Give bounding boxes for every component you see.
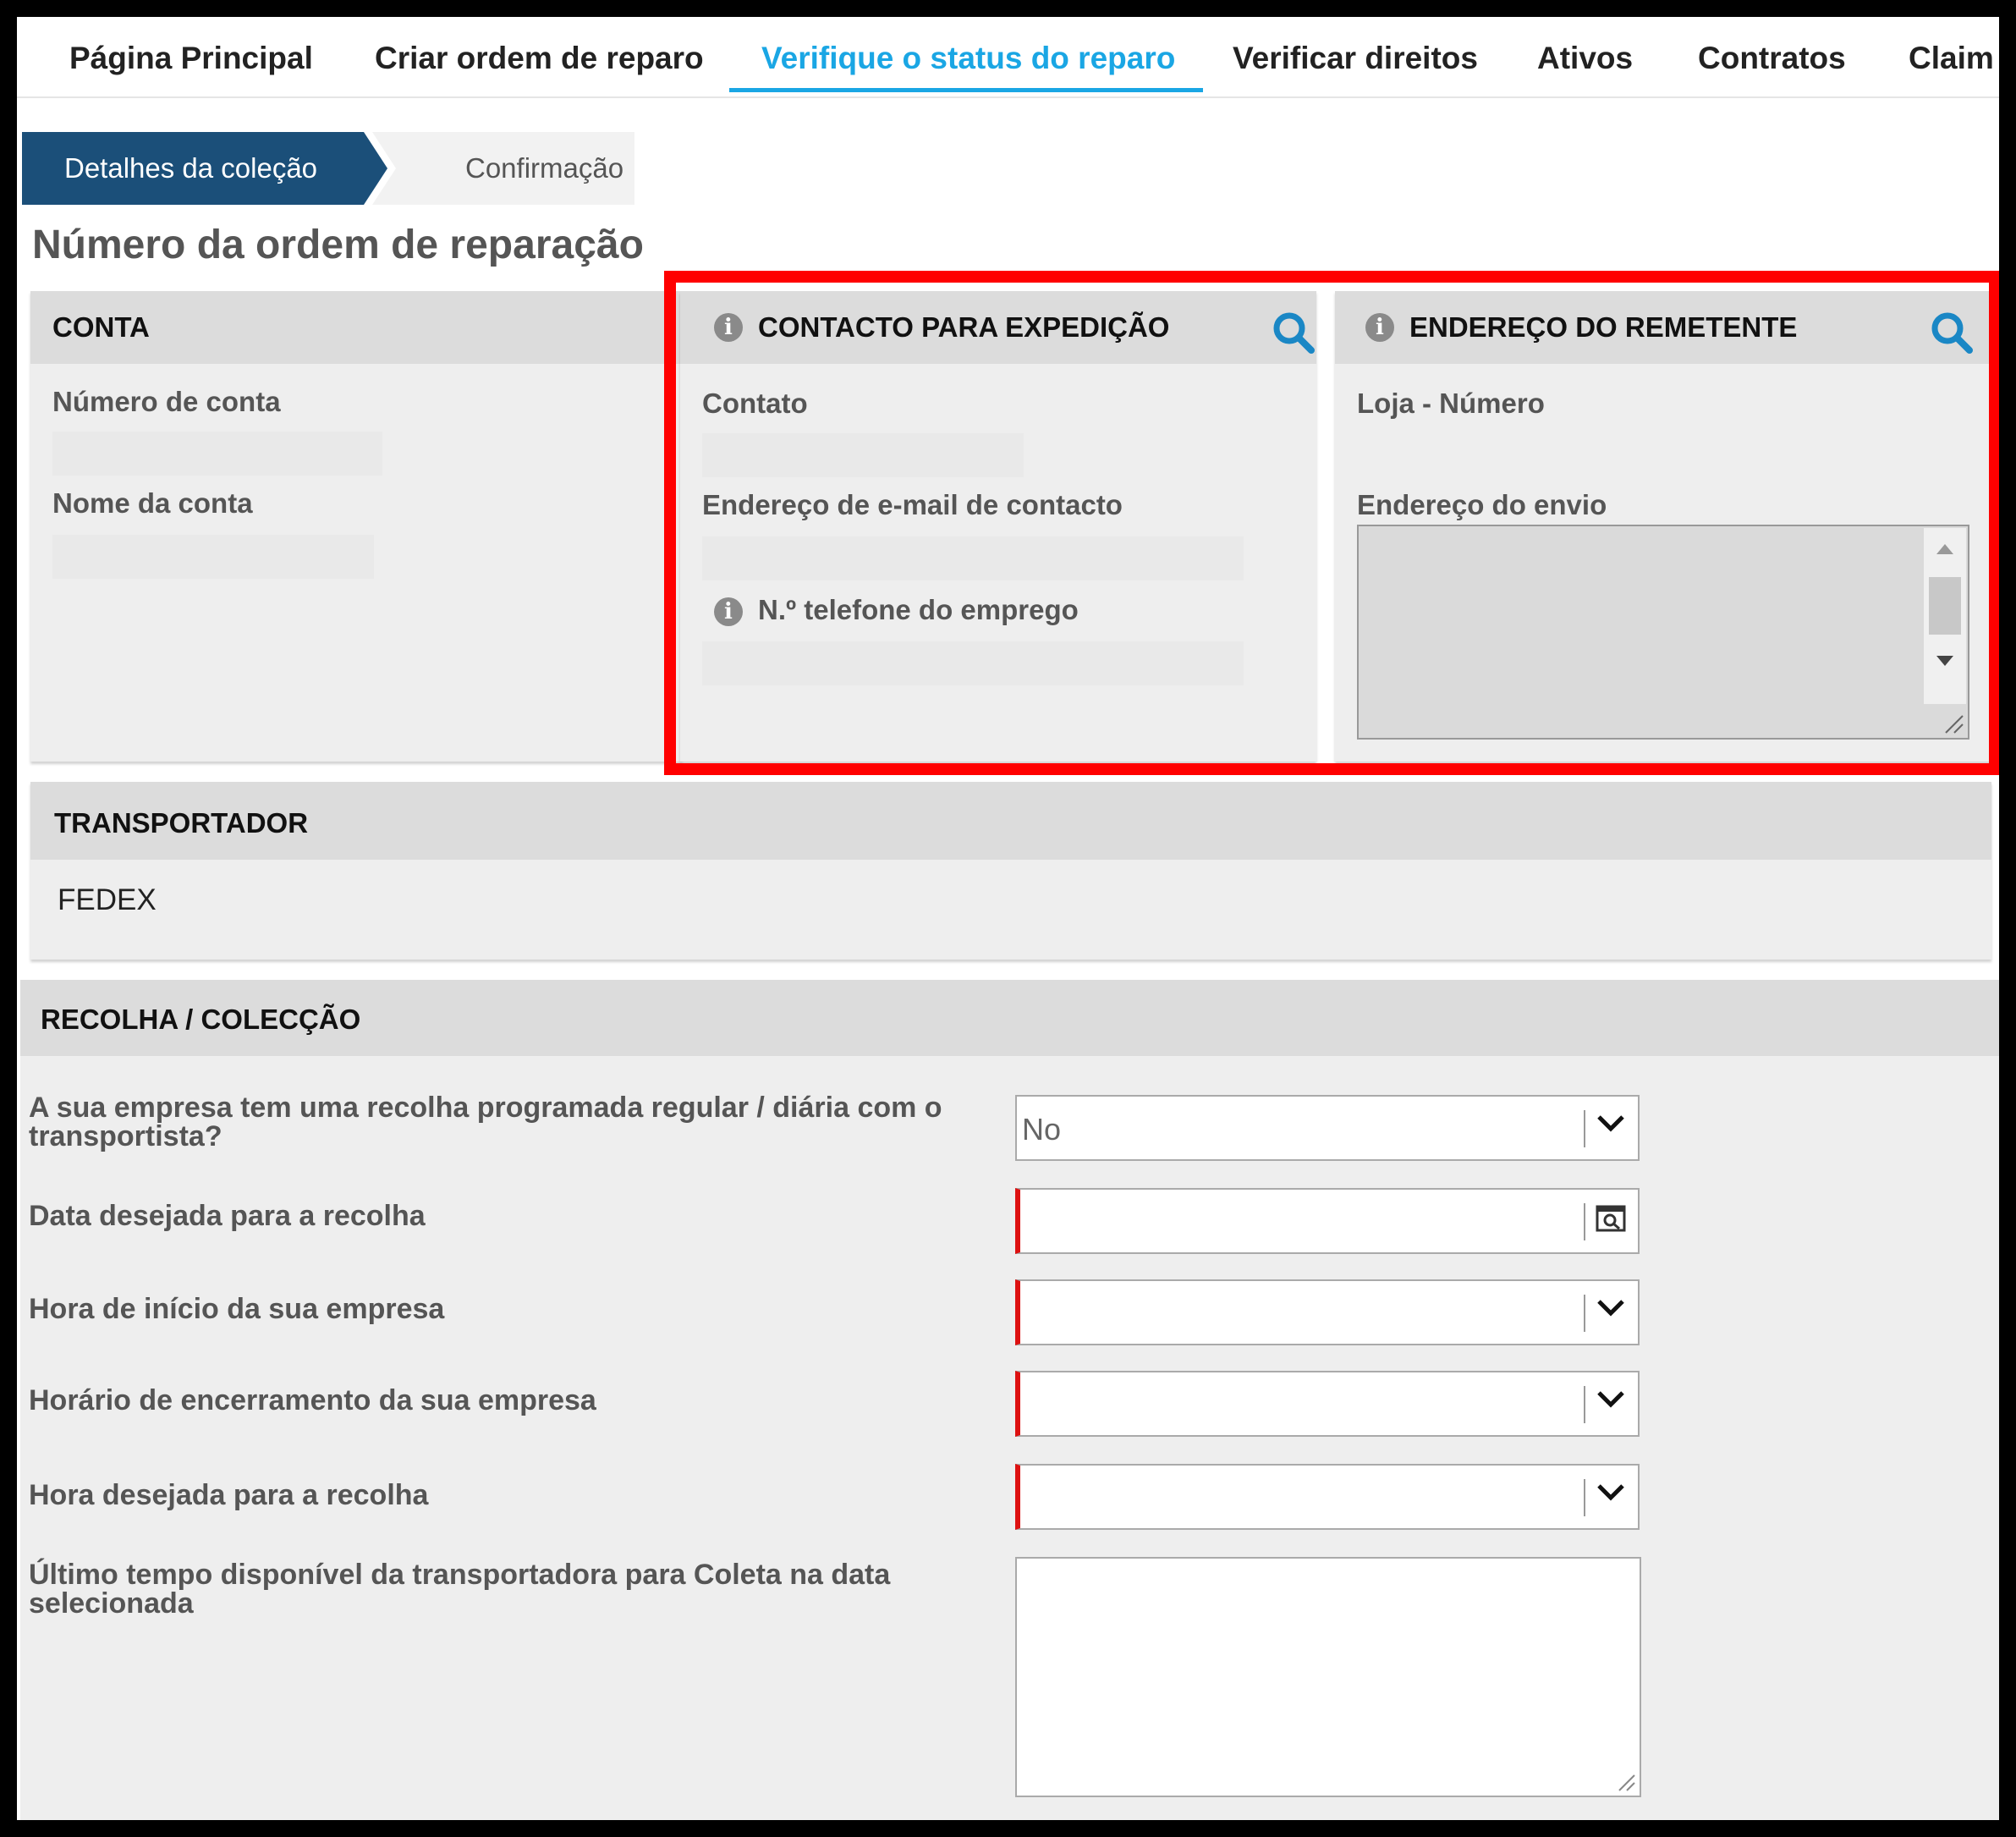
regular-pickup-select[interactable]: No: [1015, 1095, 1640, 1161]
input-divider: [1584, 1203, 1585, 1240]
select-divider: [1584, 1295, 1585, 1332]
nav-item-claim[interactable]: Claim: [1909, 41, 1994, 76]
panel-title: TRANSPORTADOR: [54, 807, 309, 839]
chevron-down-icon: [1597, 1391, 1624, 1408]
highlight-box: [664, 271, 1999, 775]
account-number-label: Número de conta: [52, 386, 281, 417]
nav-item-assets[interactable]: Ativos: [1537, 41, 1633, 76]
business-close-time-select[interactable]: [1015, 1371, 1640, 1437]
regular-pickup-label: A sua empresa tem uma recolha programada…: [29, 1092, 942, 1152]
page-title: Número da ordem de reparação: [32, 223, 644, 267]
carrier-value: FEDEX: [58, 883, 157, 916]
nav-item-check-repair-status[interactable]: Verifique o status do reparo: [761, 41, 1175, 76]
chevron-down-icon: [1597, 1115, 1624, 1132]
desired-pickup-time-select[interactable]: [1015, 1464, 1640, 1530]
panel-title: CONTA: [52, 311, 150, 343]
pickup-date-input[interactable]: [1015, 1188, 1640, 1254]
select-divider: [1584, 1479, 1585, 1516]
account-number-value: [52, 432, 382, 476]
page-frame: Página Principal Criar ordem de reparo V…: [17, 17, 1999, 1820]
wizard-step-label: Detalhes da coleção: [64, 152, 318, 184]
active-tab-indicator: [729, 88, 1203, 92]
carrier-latest-time-textarea[interactable]: [1015, 1557, 1641, 1797]
carrier-panel: TRANSPORTADOR: [30, 782, 1991, 960]
carrier-latest-time-label: Último tempo disponível da transportador…: [29, 1559, 891, 1620]
panel-title: RECOLHA / COLECÇÃO: [41, 1004, 361, 1035]
wizard-step-label: Confirmação: [465, 152, 624, 184]
desired-pickup-time-label: Hora desejada para a recolha: [29, 1479, 429, 1511]
account-name-label: Nome da conta: [52, 487, 253, 519]
nav-item-check-entitlements[interactable]: Verificar direitos: [1233, 41, 1478, 76]
wizard-step-confirmation[interactable]: Confirmação: [372, 132, 634, 205]
business-start-time-label: Hora de início da sua empresa: [29, 1293, 445, 1325]
chevron-down-icon: [1597, 1484, 1624, 1501]
account-panel: CONTA Número de conta Nome da conta: [30, 291, 682, 762]
nav-item-contracts[interactable]: Contratos: [1698, 41, 1846, 76]
selected-value: No: [1022, 1112, 1062, 1147]
nav-item-home[interactable]: Página Principal: [69, 41, 313, 76]
panel-header: TRANSPORTADOR: [30, 782, 1991, 860]
top-navigation: Página Principal Criar ordem de reparo V…: [17, 17, 1999, 98]
calendar-icon[interactable]: [1596, 1203, 1626, 1234]
resize-handle-icon[interactable]: [1614, 1770, 1636, 1792]
chevron-down-icon: [1597, 1300, 1624, 1317]
business-start-time-select[interactable]: [1015, 1279, 1640, 1345]
wizard-step-collection-details[interactable]: Detalhes da coleção: [22, 132, 387, 205]
panel-header: CONTA: [30, 291, 682, 364]
pickup-date-label: Data desejada para a recolha: [29, 1200, 426, 1232]
panel-header: RECOLHA / COLECÇÃO: [20, 980, 1999, 1056]
business-close-time-label: Horário de encerramento da sua empresa: [29, 1384, 596, 1416]
account-name-value: [52, 535, 374, 579]
nav-item-create-repair-order[interactable]: Criar ordem de reparo: [375, 41, 704, 76]
select-divider: [1584, 1110, 1585, 1147]
select-divider: [1584, 1386, 1585, 1423]
